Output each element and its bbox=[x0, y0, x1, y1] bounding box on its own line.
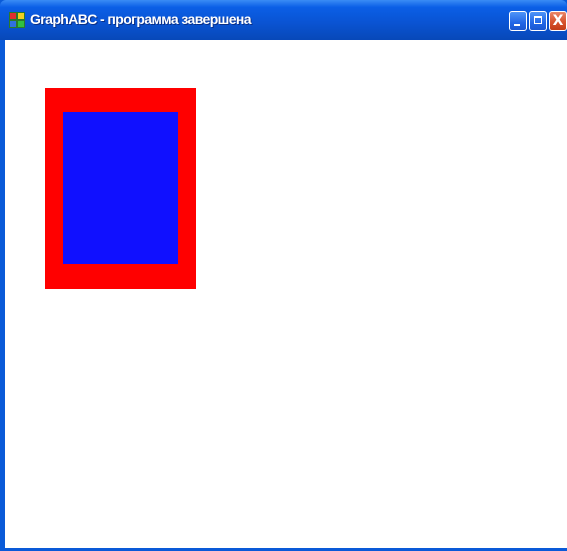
graphics-canvas bbox=[5, 40, 567, 548]
maximize-button[interactable] bbox=[529, 11, 547, 31]
graphabc-app-icon bbox=[9, 12, 25, 28]
minimize-icon bbox=[514, 24, 520, 26]
graphabc-window: GraphABC - программа завершена X bbox=[0, 0, 567, 551]
close-icon: X bbox=[552, 13, 564, 29]
close-button[interactable]: X bbox=[549, 11, 567, 31]
maximize-icon bbox=[534, 16, 542, 24]
minimize-button[interactable] bbox=[509, 11, 527, 31]
window-title: GraphABC - программа завершена bbox=[30, 11, 252, 27]
title-bar[interactable]: GraphABC - программа завершена X bbox=[0, 0, 567, 40]
inner-rectangle bbox=[63, 112, 178, 264]
